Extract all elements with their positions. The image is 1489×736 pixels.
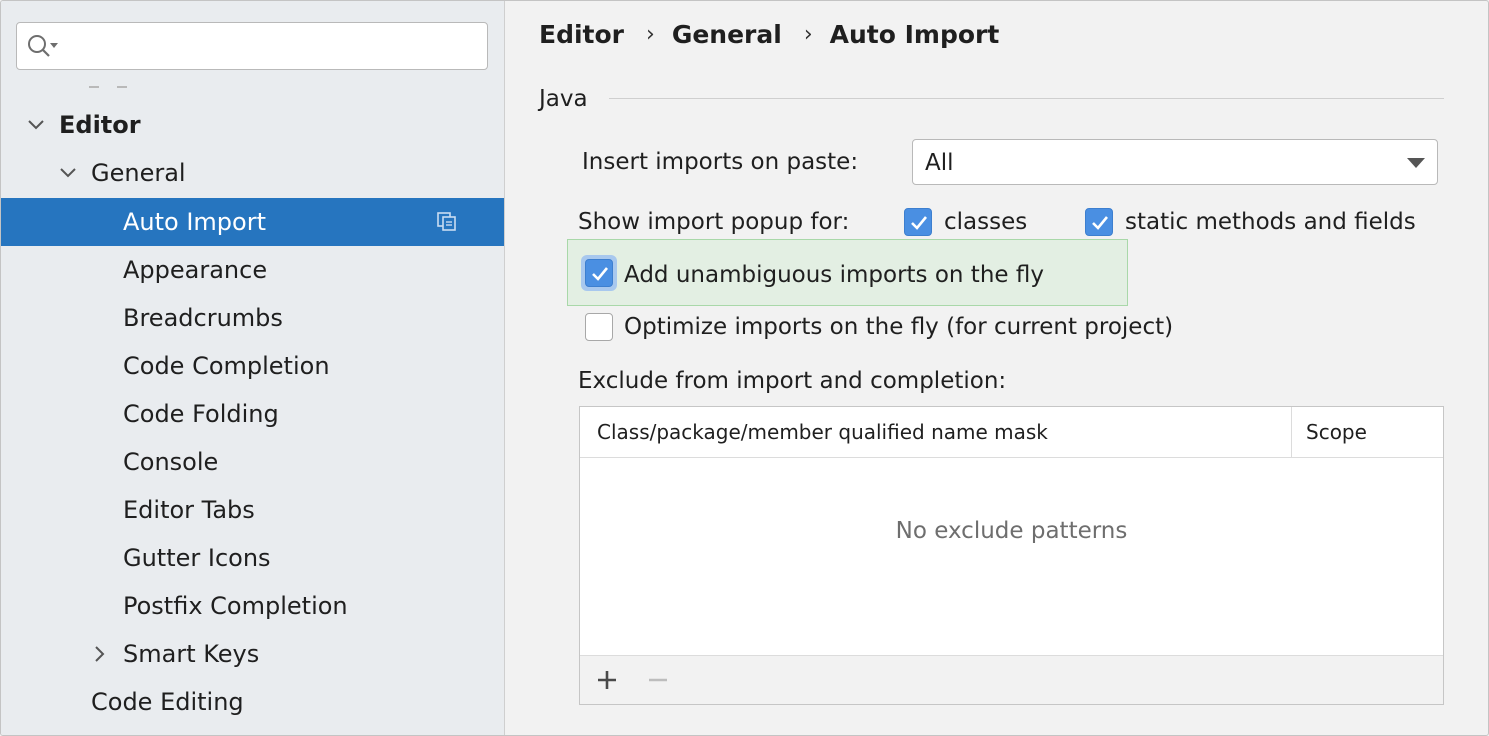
remove-icon[interactable] <box>646 668 670 692</box>
breadcrumb: Editor › General › Auto Import <box>539 17 999 53</box>
optimize-imports-checkbox[interactable] <box>585 313 613 341</box>
empty-table-text: No exclude patterns <box>895 518 1128 544</box>
sidebar-item-label: Auto Import <box>123 208 267 236</box>
classes-label[interactable]: classes <box>944 206 1027 238</box>
settings-sidebar: Editor General Auto Import Appearance Br… <box>1 1 505 735</box>
static-methods-label[interactable]: static methods and fields <box>1125 206 1416 238</box>
column-header-name-mask[interactable]: Class/package/member qualified name mask <box>597 418 1048 446</box>
insert-imports-label: Insert imports on paste: <box>582 149 859 175</box>
sidebar-item-label: Code Completion <box>123 352 330 380</box>
search-field[interactable] <box>16 22 488 70</box>
checkmark-icon <box>592 267 609 281</box>
sidebar-item-label: Console <box>123 448 219 476</box>
sidebar-item-label: Appearance <box>123 256 268 284</box>
sidebar-item-label: Breadcrumbs <box>123 304 283 332</box>
column-divider[interactable] <box>1291 407 1292 458</box>
sidebar-item-console[interactable]: Console <box>1 438 504 486</box>
optimize-imports-label[interactable]: Optimize imports on the fly (for current… <box>624 311 1173 343</box>
sidebar-item-appearance[interactable]: Appearance <box>1 246 504 294</box>
sidebar-item-breadcrumbs[interactable]: Breadcrumbs <box>1 294 504 342</box>
chevron-right-icon: › <box>646 22 655 47</box>
add-icon[interactable] <box>595 668 619 692</box>
sidebar-item-label: Postfix Completion <box>123 592 348 620</box>
section-divider <box>609 98 1444 99</box>
search-icon[interactable] <box>27 34 61 60</box>
sidebar-item-label: Gutter Icons <box>123 544 271 572</box>
sidebar-item-code-folding[interactable]: Code Folding <box>1 390 504 438</box>
scrolled-tree-remnant <box>89 83 169 89</box>
sidebar-item-code-completion[interactable]: Code Completion <box>1 342 504 390</box>
sidebar-item-label: Editor Tabs <box>123 496 255 524</box>
chevron-right-icon: › <box>803 22 813 47</box>
sidebar-item-label: Editor <box>59 111 141 139</box>
chevron-right-icon[interactable] <box>93 645 107 663</box>
copy-settings-icon[interactable] <box>437 212 457 232</box>
table-header: Class/package/member qualified name mask… <box>580 407 1443 458</box>
sidebar-item-postfix-completion[interactable]: Postfix Completion <box>1 582 504 630</box>
sidebar-item-editor-tabs[interactable]: Editor Tabs <box>1 486 504 534</box>
classes-checkbox[interactable] <box>904 208 932 236</box>
show-popup-label: Show import popup for: <box>578 209 850 235</box>
dropdown-arrow-icon <box>1407 158 1425 168</box>
sidebar-item-code-editing[interactable]: Code Editing <box>1 678 504 726</box>
static-methods-checkbox[interactable] <box>1085 208 1113 236</box>
sidebar-item-gutter-icons[interactable]: Gutter Icons <box>1 534 504 582</box>
settings-window: Editor General Auto Import Appearance Br… <box>0 0 1489 736</box>
chevron-down-icon[interactable] <box>27 118 45 132</box>
sidebar-item-label: General <box>91 159 186 187</box>
sidebar-item-label: Code Editing <box>91 688 244 716</box>
breadcrumb-item: Auto Import <box>829 20 1000 49</box>
sidebar-item-auto-import[interactable]: Auto Import <box>1 198 504 246</box>
exclude-label: Exclude from import and completion: <box>578 368 1007 394</box>
checkmark-icon <box>1092 216 1109 230</box>
table-toolbar <box>580 655 1443 704</box>
sidebar-item-label: Code Folding <box>123 400 279 428</box>
exclude-table[interactable]: Class/package/member qualified name mask… <box>579 406 1444 705</box>
checkmark-icon <box>911 216 928 230</box>
sidebar-item-label: Smart Keys <box>123 640 260 668</box>
settings-content: Editor › General › Auto Import Java Insert i… <box>506 1 1488 735</box>
breadcrumb-item[interactable]: Editor <box>539 17 624 53</box>
sidebar-item-editor[interactable]: Editor <box>1 101 504 149</box>
sidebar-item-general[interactable]: General <box>1 149 504 197</box>
sidebar-item-smart-keys[interactable]: Smart Keys <box>1 630 504 678</box>
select-value: All <box>925 150 954 176</box>
add-unambiguous-label[interactable]: Add unambiguous imports on the fly <box>624 259 1044 291</box>
chevron-down-icon[interactable] <box>59 166 77 180</box>
breadcrumb-item[interactable]: General <box>672 17 782 53</box>
column-header-scope[interactable]: Scope <box>1306 418 1367 446</box>
insert-imports-select[interactable]: All <box>912 139 1438 185</box>
section-title: Java <box>539 86 588 112</box>
add-unambiguous-checkbox[interactable] <box>585 259 613 287</box>
